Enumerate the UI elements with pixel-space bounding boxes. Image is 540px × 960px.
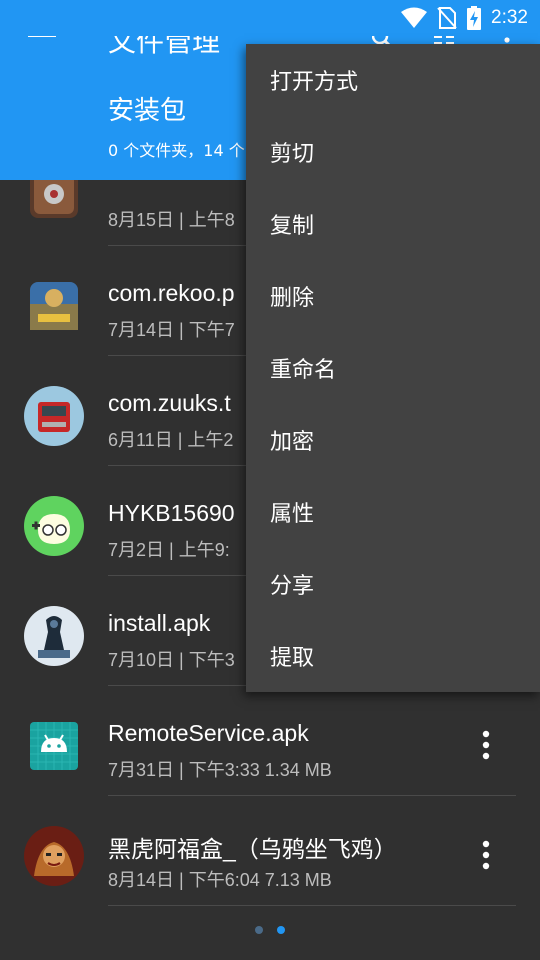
no-sim-icon	[437, 7, 457, 29]
app-title: 文件管理	[108, 36, 221, 56]
file-meta: 7月14日 | 下午7	[108, 320, 235, 340]
clock: 2:32	[491, 7, 528, 28]
pubg-icon	[30, 282, 78, 330]
file-meta: 8月15日 | 上午8	[108, 210, 235, 230]
robot-icon	[24, 606, 84, 666]
tiger-warrior-icon	[24, 826, 84, 886]
context-menu: 打开方式 剪切 复制 删除 重命名 加密 属性 分享 提取	[246, 44, 540, 692]
menu-item-rename[interactable]: 重命名	[246, 332, 540, 404]
file-name: com.rekoo.p	[108, 280, 235, 306]
status-bar: 2:32	[0, 0, 540, 36]
android-icon	[30, 722, 78, 770]
folder-title: 安装包	[108, 96, 187, 126]
list-item[interactable]: 黑虎阿福盒_（乌鸦坐飞鸡） 8月14日 | 下午6:04 7.13 MB	[0, 796, 540, 906]
folder-summary: 0 个文件夹，14 个	[108, 141, 245, 160]
page-dot-active	[277, 926, 285, 934]
gamepad-mascot-icon	[24, 496, 84, 556]
file-name: com.zuuks.t	[108, 390, 231, 416]
page-dot-inactive	[255, 926, 263, 934]
divider	[108, 905, 516, 906]
wifi-icon	[401, 7, 428, 28]
file-name: 黑虎阿福盒_（乌鸦坐飞鸡）	[108, 836, 397, 862]
menu-item-encrypt[interactable]: 加密	[246, 404, 540, 476]
file-meta: 7月2日 | 上午9:	[108, 540, 230, 560]
menu-item-delete[interactable]: 删除	[246, 260, 540, 332]
menu-item-properties[interactable]: 属性	[246, 476, 540, 548]
file-name: RemoteService.apk	[108, 720, 309, 746]
status-icons: 2:32	[401, 5, 528, 31]
more-vert-icon[interactable]	[481, 840, 491, 870]
battery-charging-icon	[467, 6, 482, 30]
file-name: install.apk	[108, 610, 211, 636]
list-item[interactable]: RemoteService.apk 7月31日 | 下午3:33 1.34 MB	[0, 686, 540, 796]
page-indicator	[0, 926, 540, 934]
file-meta: 7月31日 | 下午3:33 1.34 MB	[108, 760, 332, 780]
more-vert-icon[interactable]	[481, 730, 491, 760]
file-meta: 6月11日 | 上午2	[108, 430, 234, 450]
menu-item-open-with[interactable]: 打开方式	[246, 44, 540, 116]
menu-item-share[interactable]: 分享	[246, 548, 540, 620]
menu-item-cut[interactable]: 剪切	[246, 116, 540, 188]
file-name: HYKB15690	[108, 500, 235, 526]
menu-item-extract[interactable]: 提取	[246, 620, 540, 692]
truck-icon	[24, 386, 84, 446]
menu-icon[interactable]	[28, 36, 56, 48]
menu-item-copy[interactable]: 复制	[246, 188, 540, 260]
file-meta: 7月10日 | 下午3	[108, 650, 235, 670]
file-meta: 8月14日 | 下午6:04 7.13 MB	[108, 870, 332, 890]
